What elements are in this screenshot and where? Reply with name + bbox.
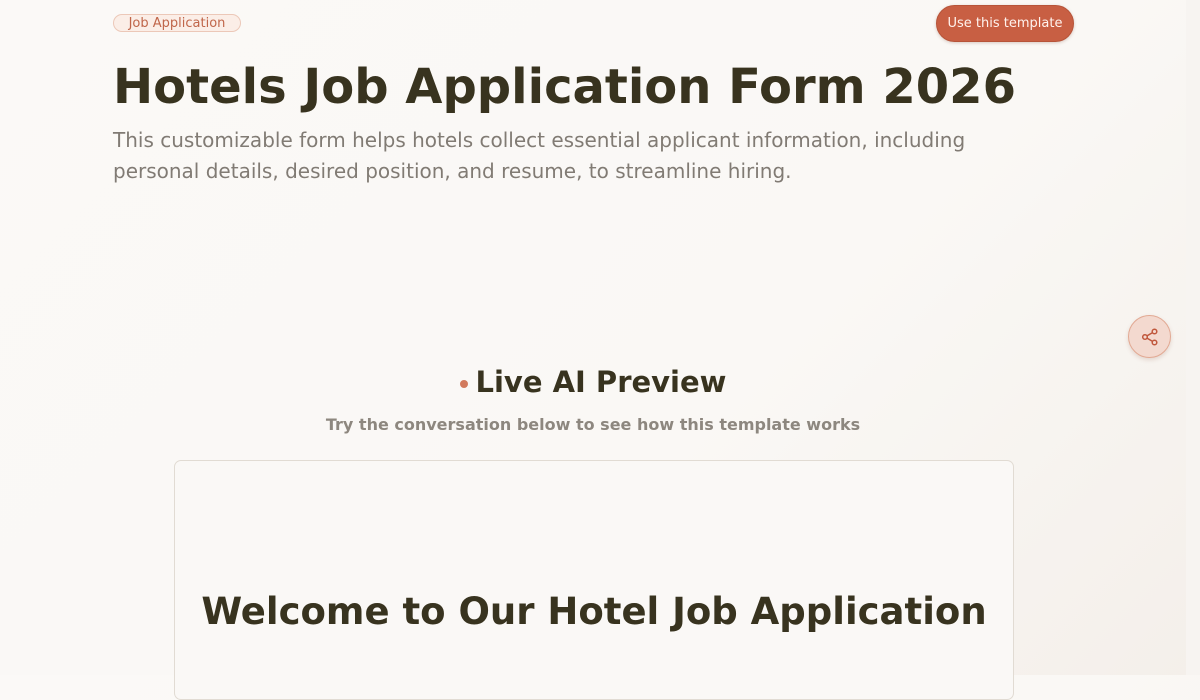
preview-title: Live AI Preview: [475, 365, 727, 399]
preview-heading: Live AI Preview: [0, 362, 1186, 402]
live-indicator-dot: [459, 380, 468, 388]
preview-subtitle: Try the conversation below to see how th…: [325, 415, 861, 434]
share-button[interactable]: [1128, 315, 1171, 358]
share-icon: [1141, 327, 1158, 346]
use-template-button[interactable]: Use this template: [936, 5, 1074, 42]
card-welcome-heading: Welcome to Our Hotel Job Application: [201, 590, 987, 633]
page-description: This customizable form helps hotels coll…: [113, 128, 966, 183]
preview-card[interactable]: Welcome to Our Hotel Job Application: [174, 460, 1014, 700]
category-tag: Job Application: [113, 14, 241, 32]
page-title: Hotels Job Application Form 2026: [113, 59, 1016, 115]
page-scrollbar[interactable]: [1186, 0, 1200, 675]
